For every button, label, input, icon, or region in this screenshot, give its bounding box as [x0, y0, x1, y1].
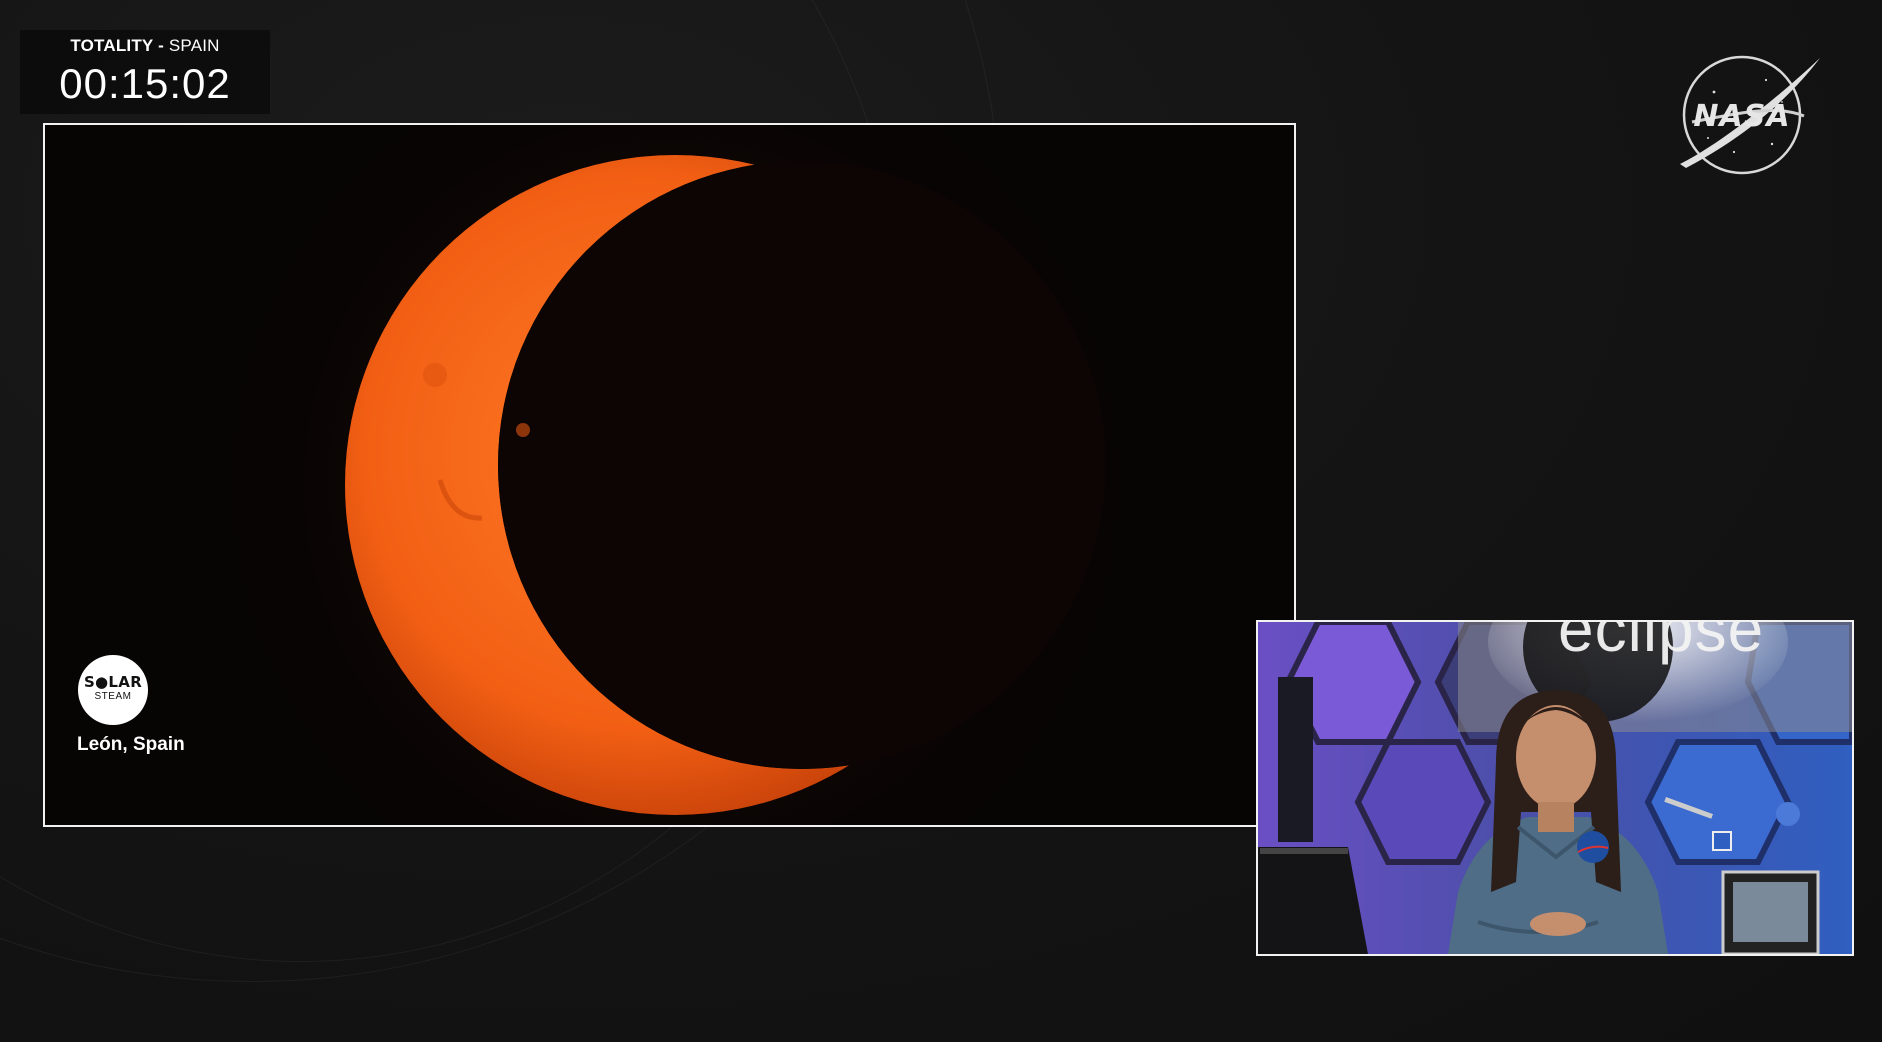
nasa-logo-text: NASA [1693, 99, 1790, 134]
broadcast-stage: TOTALITY - SPAIN 00:15:02 NASA S●LAR STE… [0, 0, 1882, 1042]
solar-steam-logo-icon: S●LAR STEAM [78, 655, 148, 725]
countdown-label-prefix: TOTALITY [70, 36, 154, 55]
countdown-label: TOTALITY - SPAIN [20, 36, 270, 56]
main-video-feed: S●LAR STEAM León, Spain [43, 123, 1296, 827]
countdown-timer: 00:15:02 [59, 60, 231, 107]
studio-backdrop-text: eclipse [1558, 620, 1765, 665]
studio-host-image [1258, 622, 1852, 954]
countdown-box: TOTALITY - SPAIN 00:15:02 [20, 30, 270, 114]
feed-location-label: León, Spain [77, 734, 185, 755]
pip-host-video: eclipse [1256, 620, 1854, 956]
solar-steam-logo-bottom: STEAM [94, 691, 132, 702]
eclipse-sun-image [45, 125, 1294, 825]
solar-steam-logo-top: S●LAR [83, 673, 143, 691]
countdown-label-separator: - [153, 36, 169, 55]
nasa-meatball-icon: NASA [1674, 52, 1824, 178]
countdown-label-location: SPAIN [168, 36, 220, 55]
